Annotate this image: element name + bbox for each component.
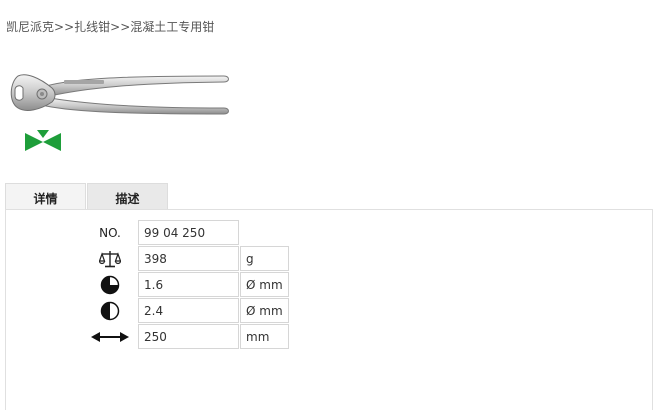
weight-value: 398 <box>138 246 239 271</box>
three-quarter-circle-icon <box>84 272 136 298</box>
green-bowtie-badge-icon <box>24 130 62 152</box>
number-value: 99 04 250 <box>138 220 239 245</box>
breadcrumb-separator: >> <box>110 20 131 34</box>
tab-details[interactable]: 详情 <box>5 183 86 209</box>
weight-unit: g <box>240 246 289 271</box>
length-value: 250 <box>138 324 239 349</box>
half-circle-icon <box>84 298 136 324</box>
double-arrow-icon <box>84 324 136 350</box>
pliers-image <box>6 68 232 116</box>
cut-medium-unit: Ø mm <box>240 298 289 323</box>
cut-hard-unit: Ø mm <box>240 272 289 297</box>
breadcrumb-item-brand[interactable]: 凯尼派克 <box>6 20 54 34</box>
tab-description[interactable]: 描述 <box>87 183 168 209</box>
cut-medium-value: 2.4 <box>138 298 239 323</box>
breadcrumb-separator: >> <box>54 20 75 34</box>
cut-hard-value: 1.6 <box>138 272 239 297</box>
breadcrumb-item-category[interactable]: 扎线钳 <box>74 20 110 34</box>
number-label: NO. <box>99 226 121 240</box>
length-unit: mm <box>240 324 289 349</box>
specs-panel: NO. 99 04 250 398 g 1.6 Ø mm 2.4 Ø mm 25… <box>5 209 653 410</box>
breadcrumb: 凯尼派克>>扎线钳>>混凝土工专用钳 <box>6 18 214 35</box>
scale-icon <box>84 246 136 272</box>
breadcrumb-item-current: 混凝土工专用钳 <box>130 20 215 34</box>
